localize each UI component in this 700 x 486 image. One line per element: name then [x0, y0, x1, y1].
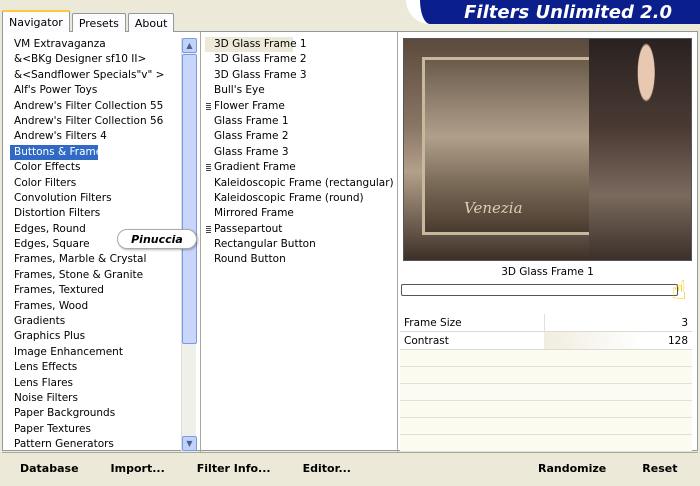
param-row-empty: [400, 384, 692, 401]
preview-zoom-slider[interactable]: [401, 284, 678, 296]
watermark-logo: Pinuccia: [117, 229, 197, 249]
param-row[interactable]: Frame Size 3: [400, 314, 692, 332]
filter-item[interactable]: Gradient Frame: [205, 160, 395, 175]
category-item[interactable]: Gradients: [10, 314, 180, 329]
category-item[interactable]: Distortion Filters: [10, 206, 180, 221]
divider: [2, 452, 698, 453]
category-item[interactable]: &<BKg Designer sf10 II>: [10, 52, 180, 67]
editor-button[interactable]: Editor...: [293, 459, 361, 478]
filter-item[interactable]: Passepartout: [205, 222, 395, 237]
filter-item[interactable]: Mirrored Frame: [205, 206, 395, 221]
filter-item[interactable]: Round Button: [205, 252, 395, 267]
tab-presets[interactable]: Presets: [71, 13, 126, 32]
filter-item[interactable]: 3D Glass Frame 2: [205, 52, 395, 67]
filter-item[interactable]: Glass Frame 2: [205, 129, 395, 144]
database-button[interactable]: Database: [10, 459, 89, 478]
category-item[interactable]: Frames, Wood: [10, 299, 180, 314]
filter-item[interactable]: 3D Glass Frame 3: [205, 68, 395, 83]
param-row-empty: [400, 367, 692, 384]
tab-bar: Navigator Presets About: [2, 10, 176, 32]
reset-button[interactable]: Reset: [632, 459, 687, 478]
scroll-up-button[interactable]: ▲: [182, 38, 197, 53]
param-row-empty: [400, 435, 692, 452]
category-item[interactable]: Graphics Plus: [10, 329, 180, 344]
title-banner: Filters Unlimited 2.0: [406, 0, 700, 24]
preview-figure: [589, 39, 691, 260]
filter-list[interactable]: 3D Glass Frame 1 3D Glass Frame 2 3D Glass…: [205, 37, 395, 268]
filter-item[interactable]: Rectangular Button: [205, 237, 395, 252]
randomize-button[interactable]: Randomize: [528, 459, 616, 478]
param-value: 3: [681, 316, 688, 329]
scroll-down-button[interactable]: ▼: [182, 436, 197, 451]
category-item[interactable]: VM Extravaganza: [10, 37, 180, 52]
category-item[interactable]: Color Effects: [10, 160, 180, 175]
import-button[interactable]: Import...: [101, 459, 175, 478]
bottom-toolbar-left: Database Import... Filter Info... Editor…: [10, 454, 361, 482]
param-row-empty: [400, 350, 692, 367]
category-item[interactable]: Color Filters: [10, 176, 180, 191]
category-item[interactable]: Lens Flares: [10, 376, 180, 391]
filter-item[interactable]: Kaleidoscopic Frame (round): [205, 191, 395, 206]
category-item[interactable]: Paper Textures: [10, 422, 180, 437]
scroll-thumb[interactable]: [182, 54, 197, 344]
category-item[interactable]: Lens Effects: [10, 360, 180, 375]
bottom-toolbar-right: Randomize Reset: [528, 454, 687, 482]
param-row-empty: [400, 401, 692, 418]
filter-item[interactable]: 3D Glass Frame 1: [205, 37, 307, 53]
param-label: Contrast: [404, 334, 449, 347]
category-item[interactable]: Frames, Stone & Granite: [10, 268, 180, 283]
filter-item[interactable]: Glass Frame 1: [205, 114, 395, 129]
category-item[interactable]: Frames, Marble & Crystal: [10, 252, 180, 267]
param-label: Frame Size: [404, 316, 462, 329]
category-item[interactable]: Noise Filters: [10, 391, 180, 406]
category-item[interactable]: Frames, Textured: [10, 283, 180, 298]
tab-navigator[interactable]: Navigator: [2, 10, 70, 32]
filter-item[interactable]: Glass Frame 3: [205, 145, 395, 160]
parameter-list: Frame Size 3 Contrast 128: [400, 314, 692, 452]
param-row[interactable]: Contrast 128: [400, 332, 692, 350]
preview-image: Venezia: [403, 38, 692, 261]
filter-item[interactable]: Flower Frame: [205, 99, 395, 114]
category-item[interactable]: Buttons & Frames: [10, 144, 108, 161]
param-row-empty: [400, 418, 692, 435]
preview-image-text: Venezia: [464, 199, 523, 217]
hand-icon[interactable]: ☝: [671, 277, 691, 311]
category-item[interactable]: Andrew's Filters 4: [10, 129, 180, 144]
divider: [200, 32, 201, 452]
category-item[interactable]: Andrew's Filter Collection 55: [10, 99, 180, 114]
filter-item[interactable]: Kaleidoscopic Frame (rectangular): [205, 176, 395, 191]
category-item[interactable]: Paper Backgrounds: [10, 406, 180, 421]
tab-about[interactable]: About: [127, 13, 175, 32]
filter-info-button[interactable]: Filter Info...: [187, 459, 281, 478]
param-value: 128: [667, 334, 688, 347]
preview-caption: 3D Glass Frame 1: [501, 266, 594, 278]
category-item[interactable]: Alf's Power Toys: [10, 83, 180, 98]
category-item[interactable]: Image Enhancement: [10, 345, 180, 360]
app-title: Filters Unlimited 2.0: [464, 1, 672, 23]
divider: [397, 32, 398, 452]
category-item[interactable]: Pattern Generators: [10, 437, 180, 451]
category-item[interactable]: &<Sandflower Specials"v" >: [10, 68, 180, 83]
category-item[interactable]: Andrew's Filter Collection 56: [10, 114, 180, 129]
filter-item[interactable]: Bull's Eye: [205, 83, 395, 98]
category-item[interactable]: Convolution Filters: [10, 191, 180, 206]
